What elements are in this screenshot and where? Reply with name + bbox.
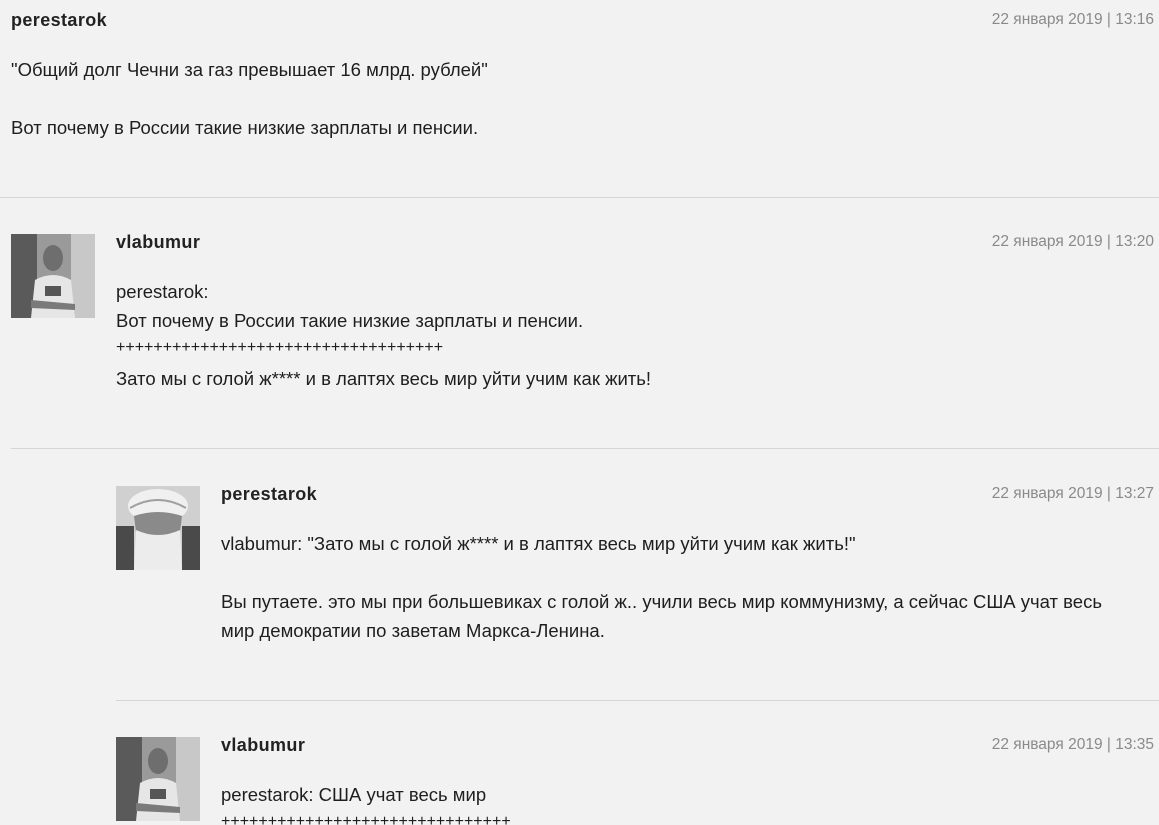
comment-line: perestarok: США учат весь мир bbox=[221, 784, 487, 805]
comment-line: perestarok: bbox=[116, 281, 209, 302]
comment-line: +++++++++++++++++++++++++++++++++++ bbox=[116, 339, 444, 356]
comment-paragraph: "Общий долг Чечни за газ превышает 16 мл… bbox=[11, 59, 488, 80]
comment: perestarok 22 января 2019 | 13:16 "Общий… bbox=[0, 0, 1159, 198]
comment-author[interactable]: perestarok bbox=[221, 484, 317, 505]
comment-author[interactable]: vlabumur bbox=[221, 735, 305, 756]
comment-date: 22 января 2019 | 13:27 bbox=[991, 485, 1154, 502]
comment-author[interactable]: vlabumur bbox=[116, 232, 200, 253]
comment-divider bbox=[11, 448, 1159, 449]
comment-author[interactable]: perestarok bbox=[11, 10, 107, 31]
comment-paragraph: vlabumur: "Зато мы с голой ж**** и в лап… bbox=[221, 533, 856, 554]
comment-line: Зато мы с голой ж**** и в лаптях весь ми… bbox=[116, 368, 652, 389]
comments-thread: perestarok 22 января 2019 | 13:16 "Общий… bbox=[0, 0, 1159, 825]
comment-date: 22 января 2019 | 13:16 bbox=[991, 11, 1154, 28]
comment-line: +++++++++++++++++++++++++++++++ bbox=[221, 813, 511, 825]
comment-date: 22 января 2019 | 13:35 bbox=[991, 736, 1154, 753]
comment-date: 22 января 2019 | 13:20 bbox=[991, 233, 1154, 250]
comment: perestarok 22 января 2019 | 13:27 vlabum… bbox=[0, 474, 1159, 701]
comment: vlabumur 22 января 2019 | 13:35 perestar… bbox=[0, 725, 1159, 825]
comment: vlabumur 22 января 2019 | 13:20 perestar… bbox=[0, 222, 1159, 449]
comment-line: Вот почему в России такие низкие зарплат… bbox=[116, 310, 584, 331]
comment-divider bbox=[116, 700, 1159, 701]
comment-paragraph: Вот почему в России такие низкие зарплат… bbox=[11, 117, 479, 138]
comment-divider bbox=[0, 197, 1159, 198]
comment-paragraph: Вы путаете. это мы при большевиках с гол… bbox=[221, 591, 1108, 641]
